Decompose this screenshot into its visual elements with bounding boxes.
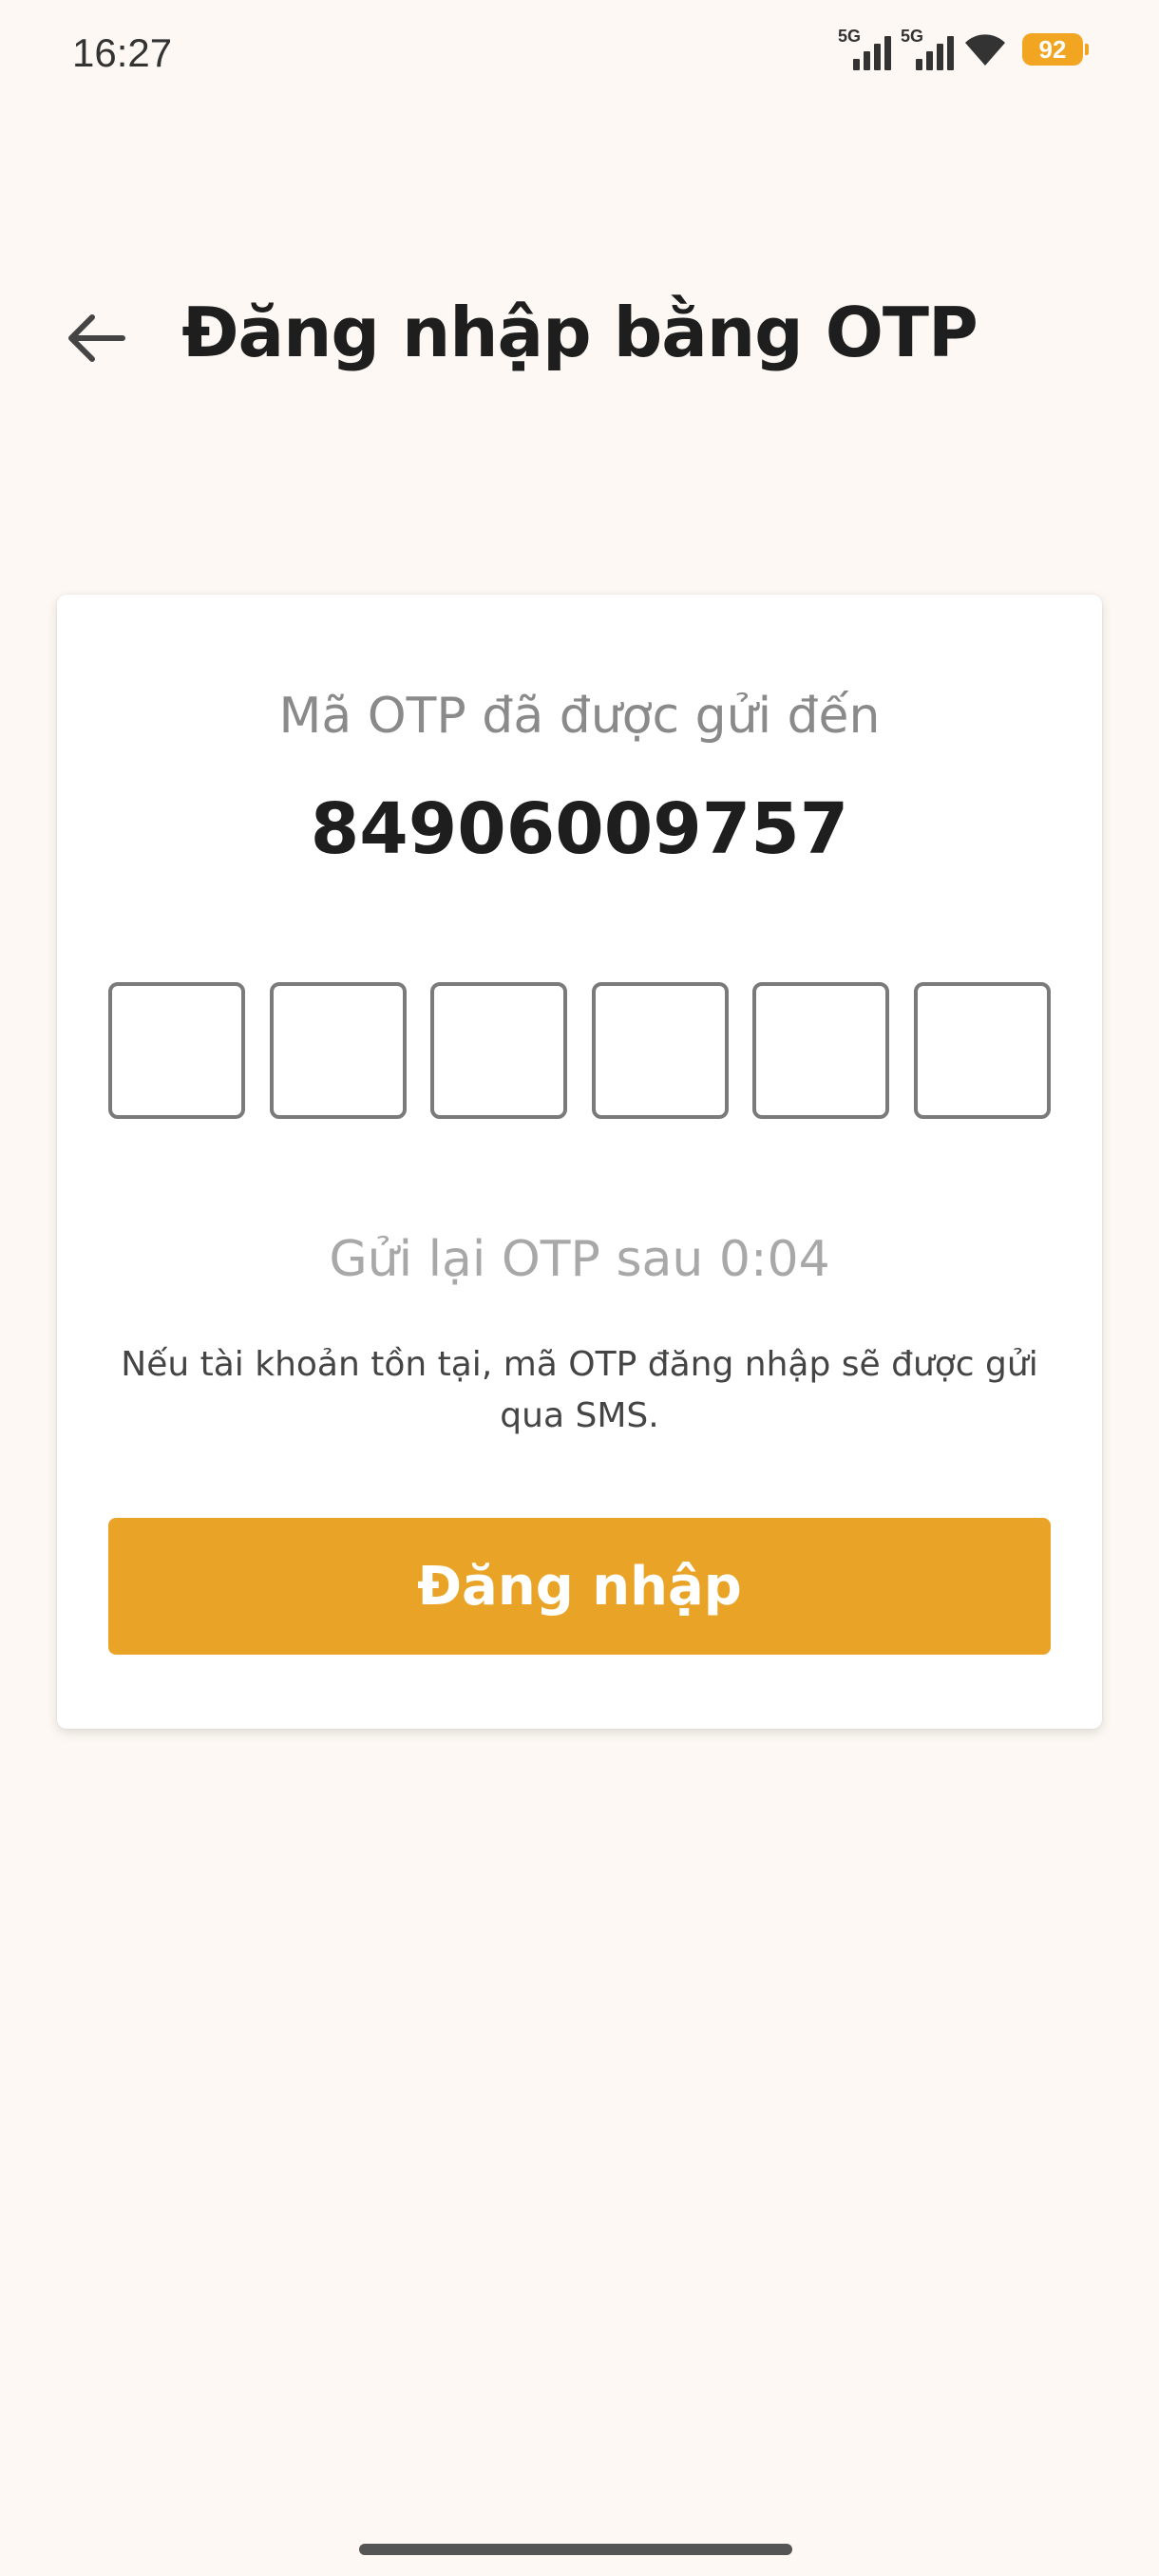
status-bar: 16:27 5G 5G 92 (0, 0, 1159, 104)
cellular-signal-icon: 5G (901, 27, 954, 72)
status-icons: 5G 5G 92 (838, 27, 1089, 72)
otp-input-group (108, 982, 1051, 1119)
phone-number: 84906009757 (310, 788, 849, 870)
battery-icon: 92 (1022, 33, 1089, 66)
otp-digit-6[interactable] (913, 982, 1051, 1119)
back-button[interactable] (57, 300, 133, 376)
otp-sent-label: Mã OTP đã được gửi đến (278, 688, 881, 745)
otp-digit-4[interactable] (591, 982, 729, 1119)
otp-digit-3[interactable] (430, 982, 568, 1119)
otp-card: Mã OTP đã được gửi đến 84906009757 Gửi l… (57, 595, 1102, 1729)
cellular-signal-icon: 5G (838, 27, 891, 72)
page-title: Đăng nhập bằng OTP (181, 293, 978, 372)
otp-digit-2[interactable] (269, 982, 407, 1119)
wifi-icon (963, 31, 1007, 67)
arrow-left-icon (68, 314, 125, 362)
login-button[interactable]: Đăng nhập (108, 1518, 1051, 1655)
status-time: 16:27 (72, 30, 173, 75)
resend-otp-countdown: Gửi lại OTP sau 0:04 (329, 1231, 830, 1288)
battery-level: 92 (1038, 34, 1067, 64)
otp-digit-5[interactable] (752, 982, 890, 1119)
home-indicator[interactable] (359, 2544, 792, 2555)
otp-digit-1[interactable] (108, 982, 245, 1119)
otp-info-text: Nếu tài khoản tồn tại, mã OTP đăng nhập … (121, 1345, 1038, 1435)
